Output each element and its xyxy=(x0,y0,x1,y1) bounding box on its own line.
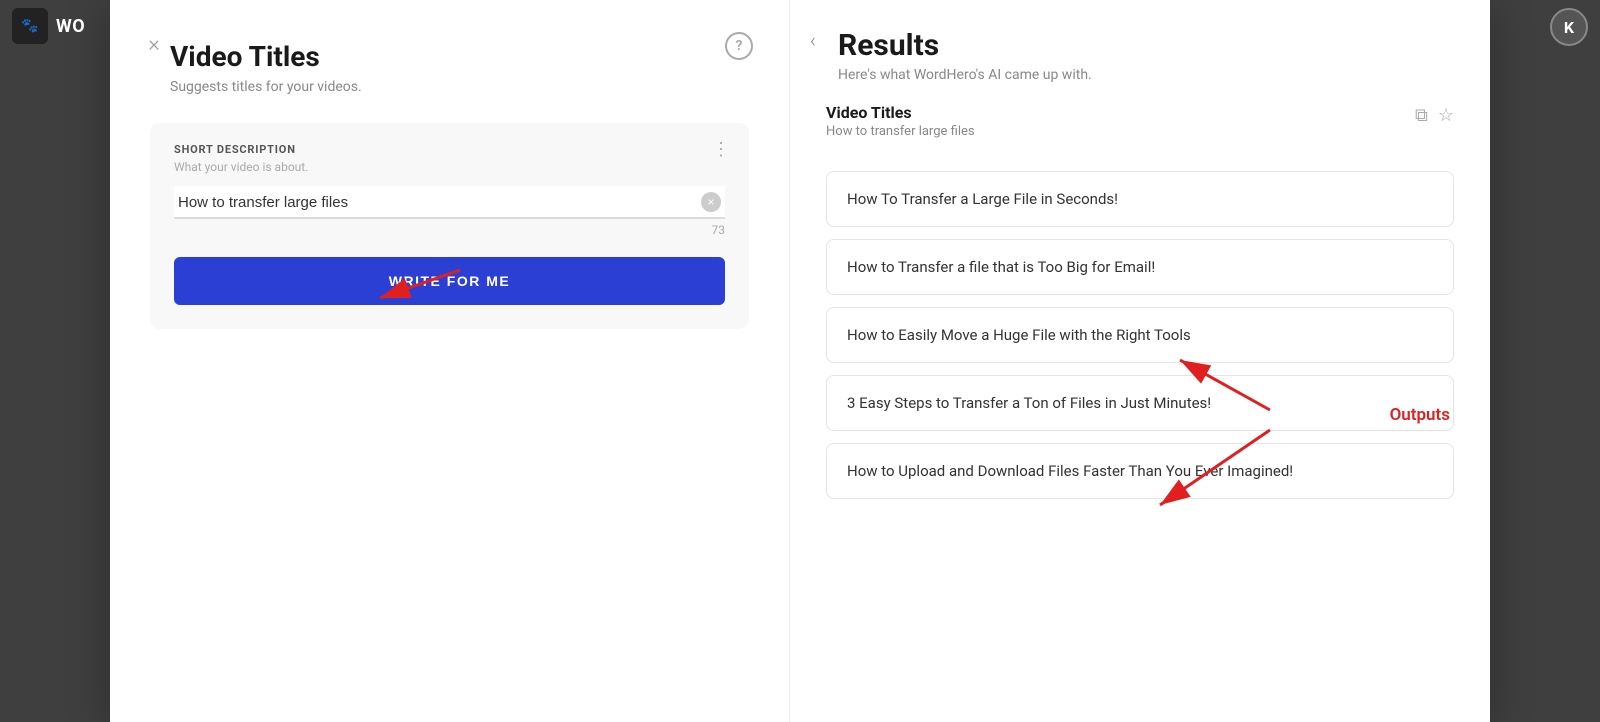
top-bar-left: 🐾 WO xyxy=(12,8,85,44)
top-bar-right: K xyxy=(1550,8,1588,46)
close-button[interactable]: × xyxy=(138,28,170,60)
result-text-3: How to Easily Move a Huge File with the … xyxy=(847,326,1191,344)
logo-icon: 🐾 xyxy=(21,18,38,34)
write-for-me-button[interactable]: WRITE FOR ME xyxy=(174,257,725,305)
result-card-2[interactable]: How to Transfer a file that is Too Big f… xyxy=(826,239,1454,295)
form-menu-icon[interactable]: ⋮ xyxy=(712,139,731,160)
right-panel: ‹ Results Here's what WordHero's AI came… xyxy=(790,0,1490,722)
form-card: ⋮ SHORT DESCRIPTION What your video is a… xyxy=(150,123,749,329)
result-text-1: How To Transfer a Large File in Seconds! xyxy=(847,190,1118,208)
modal-container: × Video Titles Suggests titles for your … xyxy=(110,0,1490,722)
field-hint: What your video is about. xyxy=(174,160,725,174)
field-label: SHORT DESCRIPTION xyxy=(174,143,725,156)
result-card-4[interactable]: 3 Easy Steps to Transfer a Ton of Files … xyxy=(826,375,1454,431)
results-title: Results xyxy=(838,28,1454,63)
help-icon[interactable]: ? xyxy=(725,32,753,60)
short-description-input[interactable] xyxy=(178,194,693,211)
clear-input-button[interactable]: × xyxy=(701,192,721,212)
left-panel-header: Video Titles Suggests titles for your vi… xyxy=(170,40,749,95)
star-icon[interactable]: ☆ xyxy=(1438,105,1454,126)
section-title: Video Titles xyxy=(826,103,975,122)
results-subtitle: Here's what WordHero's AI came up with. xyxy=(838,67,1454,83)
char-count: 73 xyxy=(174,223,725,237)
panel-subtitle: Suggests titles for your videos. xyxy=(170,79,749,95)
result-card-3[interactable]: How to Easily Move a Huge File with the … xyxy=(826,307,1454,363)
section-info: Video Titles How to transfer large files xyxy=(826,103,975,155)
result-text-5: How to Upload and Download Files Faster … xyxy=(847,462,1293,480)
results-header: Results Here's what WordHero's AI came u… xyxy=(838,28,1454,83)
avatar[interactable]: K xyxy=(1550,8,1588,46)
result-card-5[interactable]: How to Upload and Download Files Faster … xyxy=(826,443,1454,499)
app-logo: 🐾 xyxy=(12,8,48,44)
result-text-2: How to Transfer a file that is Too Big f… xyxy=(847,258,1155,276)
section-subtitle: How to transfer large files xyxy=(826,124,975,139)
result-text-4: 3 Easy Steps to Transfer a Ton of Files … xyxy=(847,394,1211,412)
results-toolbar: Video Titles How to transfer large files… xyxy=(826,103,1454,155)
panel-title: Video Titles xyxy=(170,40,749,73)
copy-icon[interactable]: ⧉ xyxy=(1415,105,1428,126)
result-card-1[interactable]: How To Transfer a Large File in Seconds! xyxy=(826,171,1454,227)
toolbar-icons: ⧉ ☆ xyxy=(1415,105,1454,126)
left-panel: × Video Titles Suggests titles for your … xyxy=(110,0,790,722)
text-input-wrapper: × xyxy=(174,186,725,219)
back-button[interactable]: ‹ xyxy=(810,28,816,52)
app-name: WO xyxy=(56,16,85,37)
